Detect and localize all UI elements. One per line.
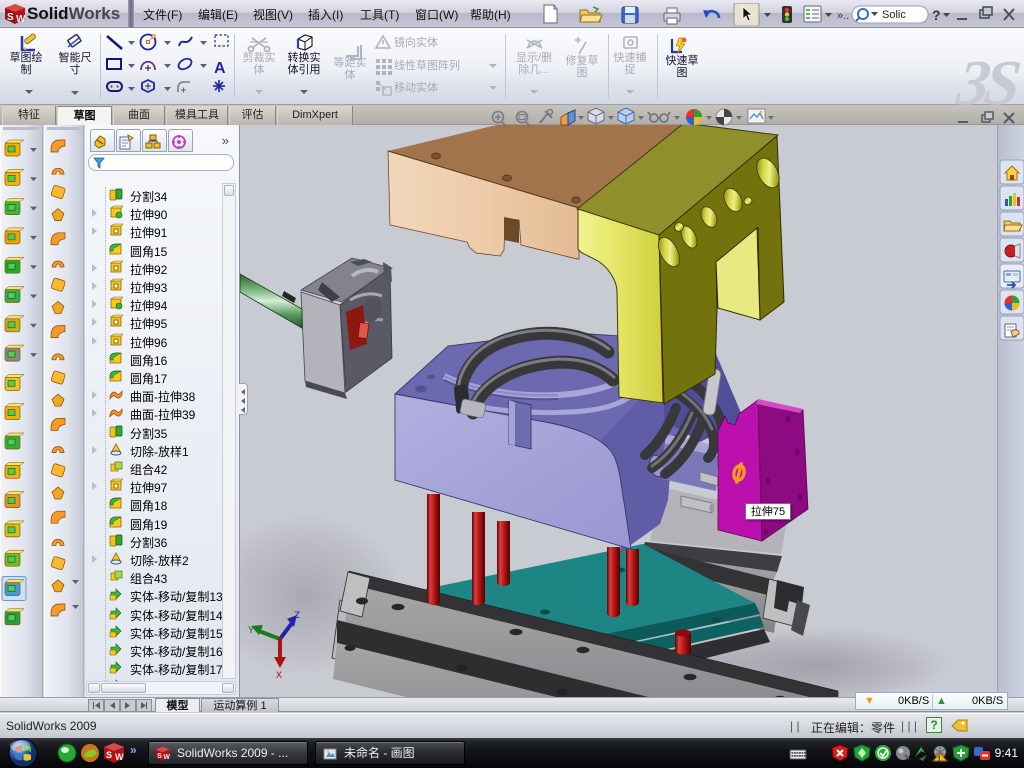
svg-text:!: ! xyxy=(938,756,940,763)
svg-text:?: ? xyxy=(932,7,941,23)
svg-text:W: W xyxy=(115,752,124,762)
svg-text:W: W xyxy=(16,14,26,25)
svg-text:X: X xyxy=(276,671,282,682)
svg-text:Solic: Solic xyxy=(882,9,906,21)
svg-text:»..: ».. xyxy=(837,10,849,22)
svg-text:S: S xyxy=(157,753,162,760)
svg-text:Y: Y xyxy=(248,626,254,637)
svg-text:S: S xyxy=(7,12,14,23)
svg-text:S: S xyxy=(106,750,112,760)
svg-text:W: W xyxy=(163,754,170,761)
svg-text:A: A xyxy=(214,60,226,77)
svg-text:Z: Z xyxy=(294,611,300,622)
svg-text:»: » xyxy=(130,743,137,757)
